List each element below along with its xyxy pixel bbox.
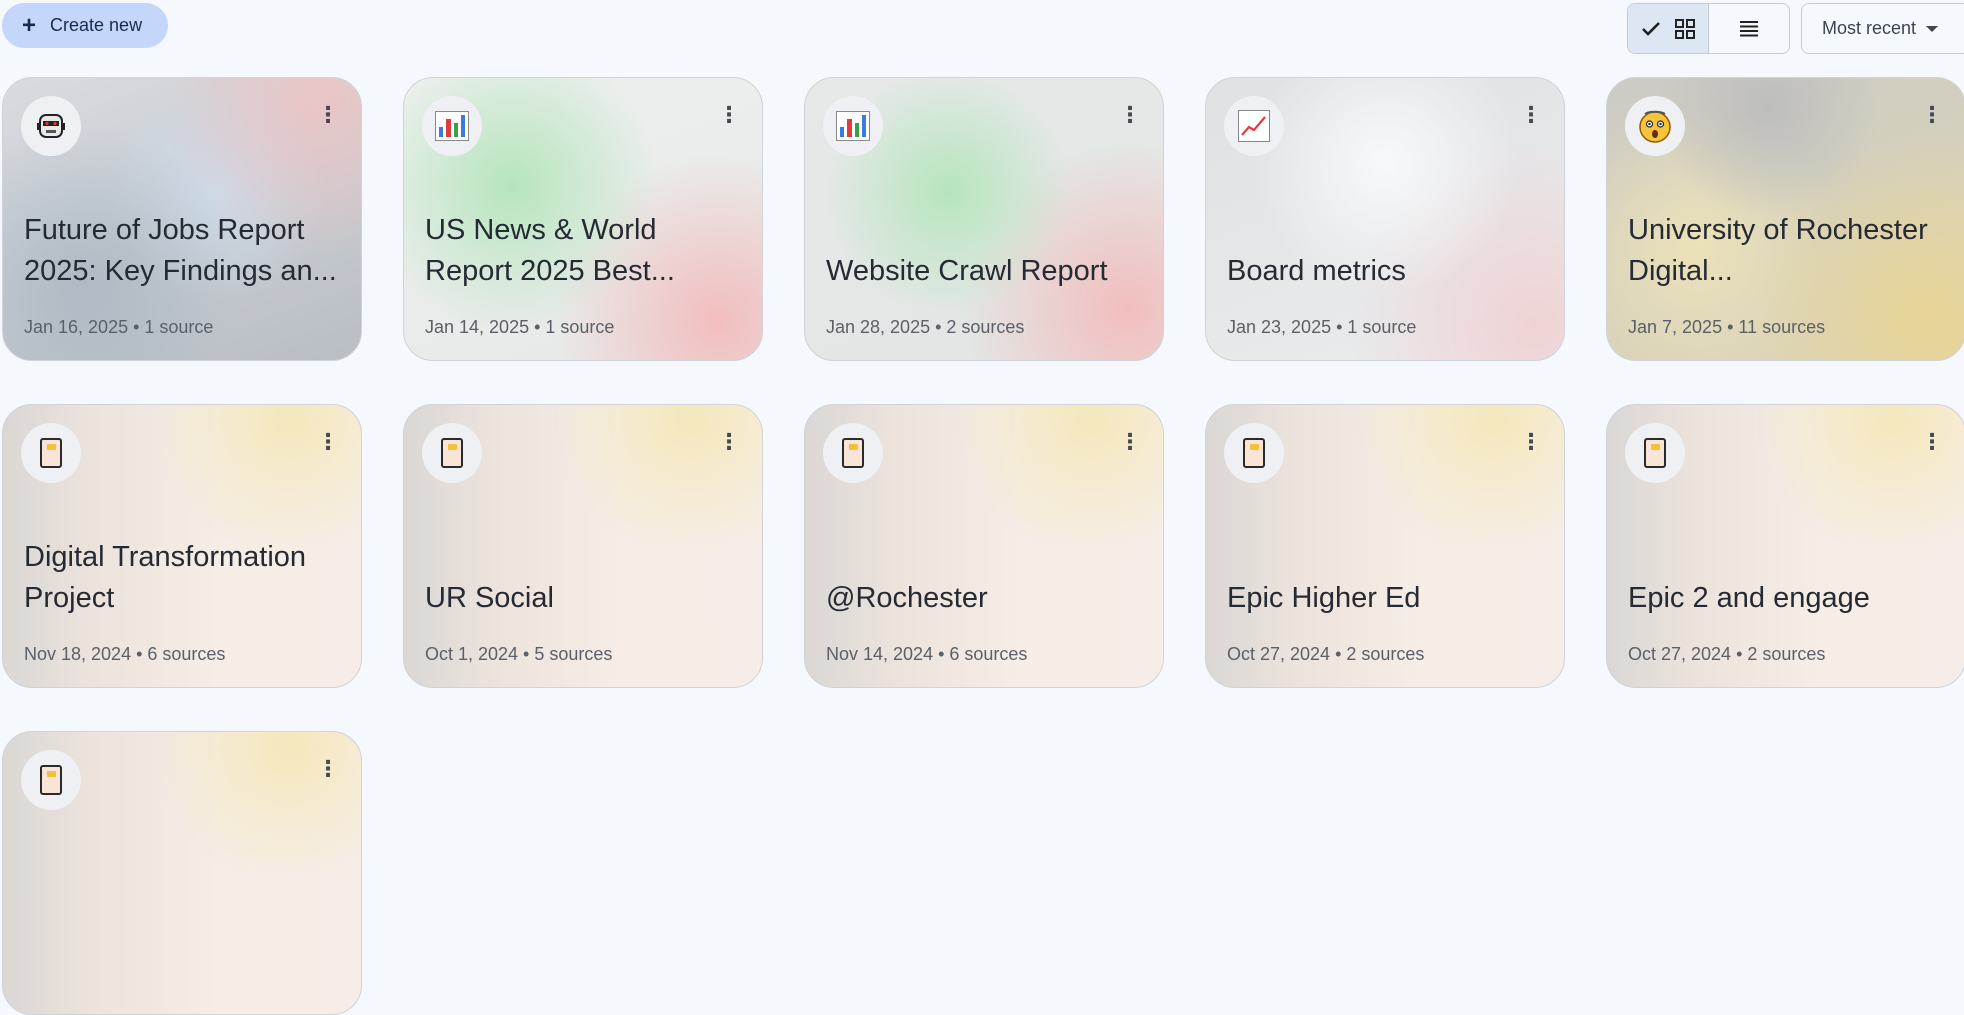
notebook-card[interactable]: ⋮ Epic 2 and engage Oct 27, 2024 • 2 sou… bbox=[1606, 404, 1964, 688]
notebook-title: UR Social bbox=[425, 582, 554, 614]
notebook-meta: Jan 14, 2025 • 1 source bbox=[425, 317, 615, 337]
more-options-icon[interactable]: ⋮ bbox=[1516, 427, 1546, 457]
notebook-icon bbox=[21, 750, 81, 810]
create-new-label: Create new bbox=[50, 15, 143, 35]
notebook-card[interactable]: ⋮ Digital Transformation Project Nov 18,… bbox=[2, 404, 362, 688]
notebook-meta: Jan 28, 2025 • 2 sources bbox=[826, 317, 1025, 337]
more-options-icon[interactable]: ⋮ bbox=[1917, 100, 1947, 130]
notebook-card[interactable]: ⋮ Board metrics Jan 23, 2025 • 1 source bbox=[1205, 77, 1565, 361]
more-options-icon[interactable]: ⋮ bbox=[313, 427, 343, 457]
more-options-icon[interactable]: ⋮ bbox=[1115, 427, 1145, 457]
notebook-title: University of Rochester Digital... bbox=[1628, 214, 1928, 287]
notebook-title: Digital Transformation Project bbox=[24, 541, 307, 614]
more-options-icon[interactable]: ⋮ bbox=[714, 427, 744, 457]
notebook-icon bbox=[823, 423, 883, 483]
notebook-title: Website Crawl Report bbox=[826, 255, 1108, 287]
notebook-title: Epic 2 and engage bbox=[1628, 582, 1870, 614]
notebook-meta: Jan 7, 2025 • 11 sources bbox=[1628, 317, 1826, 337]
notebook-meta: Jan 16, 2025 • 1 source bbox=[24, 317, 214, 337]
notebook-icon bbox=[1224, 423, 1284, 483]
notebook-icon bbox=[21, 423, 81, 483]
view-toggle bbox=[1627, 3, 1790, 54]
more-options-icon[interactable]: ⋮ bbox=[313, 100, 343, 130]
notebook-card[interactable]: ⋮ @Rochester Nov 14, 2024 • 6 sources bbox=[804, 404, 1164, 688]
shocked-face-icon bbox=[1625, 96, 1685, 156]
notebook-card[interactable]: ⋮ bbox=[2, 731, 362, 1015]
more-options-icon[interactable]: ⋮ bbox=[1115, 100, 1145, 130]
notebook-meta: Oct 27, 2024 • 2 sources bbox=[1628, 644, 1826, 664]
caret-down-icon bbox=[1926, 25, 1939, 32]
notebook-meta: Oct 1, 2024 • 5 sources bbox=[425, 644, 613, 664]
grid-icon bbox=[1675, 18, 1695, 39]
notebook-title: US News & World Report 2025 Best... bbox=[425, 214, 675, 287]
notebook-card[interactable]: ⋮ Future of Jobs Report 2025: Key Findin… bbox=[2, 77, 362, 361]
notebook-meta: Oct 27, 2024 • 2 sources bbox=[1227, 644, 1425, 664]
notebook-meta: Nov 18, 2024 • 6 sources bbox=[24, 644, 226, 664]
bar-chart-icon bbox=[823, 96, 883, 156]
notebook-title: @Rochester bbox=[826, 582, 988, 614]
notebook-title: Board metrics bbox=[1227, 255, 1406, 287]
notebook-title: Epic Higher Ed bbox=[1227, 582, 1421, 614]
more-options-icon[interactable]: ⋮ bbox=[313, 754, 343, 784]
robot-icon bbox=[21, 96, 81, 156]
notebook-card[interactable]: ⋮ US News & World Report 2025 Best... Ja… bbox=[403, 77, 763, 361]
check-icon bbox=[1642, 21, 1660, 36]
notebook-title: Future of Jobs Report 2025: Key Findings… bbox=[24, 214, 337, 287]
notebook-card[interactable]: ⋮ Epic Higher Ed Oct 27, 2024 • 2 source… bbox=[1205, 404, 1565, 688]
notebook-card[interactable]: ⋮ University of Rochester Digital... Jan… bbox=[1606, 77, 1964, 361]
notebook-meta: Jan 23, 2025 • 1 source bbox=[1227, 317, 1417, 337]
create-new-button[interactable]: + Create new bbox=[2, 3, 168, 48]
line-chart-icon bbox=[1224, 96, 1284, 156]
grid-view-button[interactable] bbox=[1628, 4, 1709, 53]
notebook-meta: Nov 14, 2024 • 6 sources bbox=[826, 644, 1028, 664]
notebook-card[interactable]: ⋮ UR Social Oct 1, 2024 • 5 sources bbox=[403, 404, 763, 688]
notebook-icon bbox=[1625, 423, 1685, 483]
more-options-icon[interactable]: ⋮ bbox=[714, 100, 744, 130]
bar-chart-icon bbox=[422, 96, 482, 156]
notebook-icon bbox=[422, 423, 482, 483]
plus-icon: + bbox=[22, 11, 37, 39]
sort-dropdown[interactable]: Most recent bbox=[1801, 3, 1964, 54]
more-options-icon[interactable]: ⋮ bbox=[1917, 427, 1947, 457]
notebook-card[interactable]: ⋮ Website Crawl Report Jan 28, 2025 • 2 … bbox=[804, 77, 1164, 361]
list-icon bbox=[1740, 20, 1758, 36]
list-view-button[interactable] bbox=[1709, 4, 1789, 53]
more-options-icon[interactable]: ⋮ bbox=[1516, 100, 1546, 130]
sort-label: Most recent bbox=[1822, 18, 1917, 38]
